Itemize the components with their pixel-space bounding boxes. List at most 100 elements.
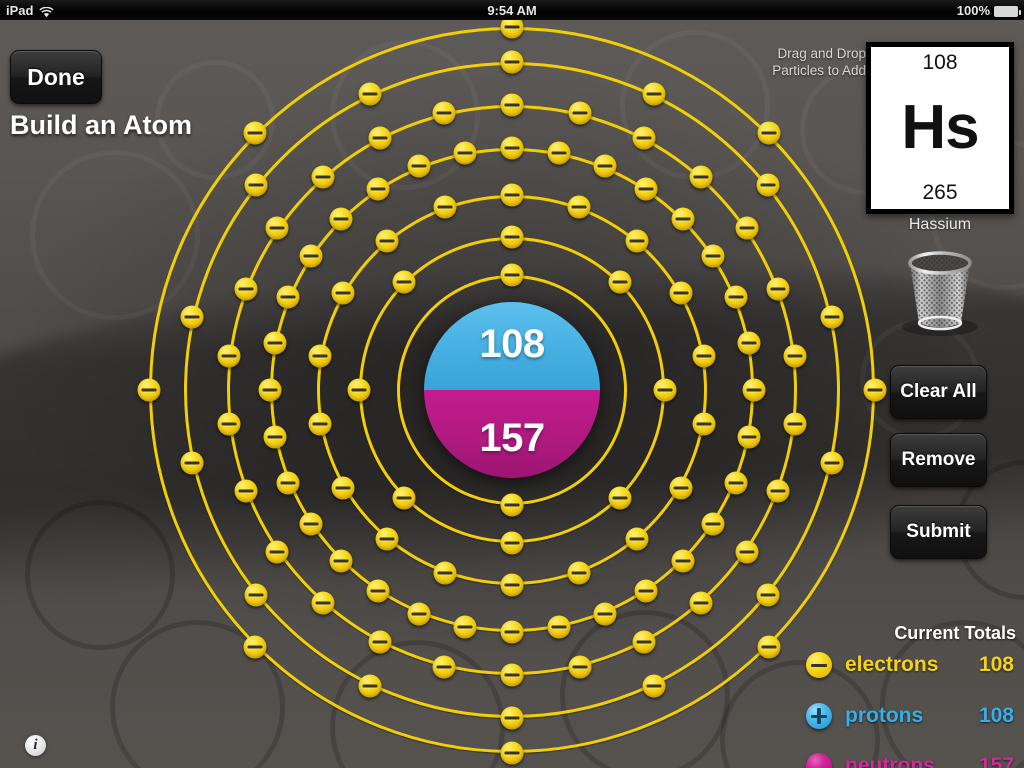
electron-particle[interactable]: [217, 344, 241, 368]
done-button[interactable]: Done: [10, 50, 102, 104]
electron-particle[interactable]: [737, 331, 761, 355]
electron-particle[interactable]: [432, 655, 456, 679]
electron-particle[interactable]: [180, 451, 204, 475]
electron-particle[interactable]: [243, 121, 267, 145]
electron-particle[interactable]: [757, 635, 781, 659]
electron-particle[interactable]: [642, 82, 666, 106]
element-card[interactable]: 108 Hs 265: [866, 42, 1014, 214]
electron-particle[interactable]: [311, 591, 335, 615]
electron-particle[interactable]: [500, 263, 524, 287]
electron-particle[interactable]: [407, 154, 431, 178]
electron-particle[interactable]: [433, 195, 457, 219]
info-button[interactable]: i: [25, 735, 46, 756]
electron-particle[interactable]: [331, 281, 355, 304]
electron-particle[interactable]: [593, 602, 617, 626]
electron-particle[interactable]: [258, 378, 282, 402]
electron-particle[interactable]: [863, 378, 887, 402]
electron-particle[interactable]: [347, 378, 371, 402]
electron-particle[interactable]: [137, 378, 161, 402]
electron-particle[interactable]: [358, 674, 382, 698]
electron-particle[interactable]: [500, 706, 524, 730]
electron-particle[interactable]: [366, 579, 390, 603]
electron-particle[interactable]: [783, 344, 807, 368]
electron-particle[interactable]: [392, 270, 416, 294]
clear-all-button[interactable]: Clear All: [890, 365, 987, 419]
electron-particle[interactable]: [634, 177, 658, 201]
electron-particle[interactable]: [244, 173, 268, 197]
electron-particle[interactable]: [756, 583, 780, 606]
electron-particle[interactable]: [735, 216, 759, 240]
electron-particle[interactable]: [766, 479, 790, 503]
electron-particle[interactable]: [701, 512, 725, 536]
electron-particle[interactable]: [737, 425, 761, 449]
electron-particle[interactable]: [308, 344, 332, 368]
electron-particle[interactable]: [671, 207, 695, 231]
electron-particle[interactable]: [265, 216, 289, 240]
electron-particle[interactable]: [632, 126, 656, 150]
electron-particle[interactable]: [783, 412, 807, 436]
electron-particle[interactable]: [392, 486, 416, 510]
electron-particle[interactable]: [500, 741, 524, 765]
electron-particle[interactable]: [632, 630, 656, 654]
electron-particle[interactable]: [432, 101, 456, 125]
electron-particle[interactable]: [276, 471, 300, 495]
electron-particle[interactable]: [500, 183, 524, 207]
electron-particle[interactable]: [234, 277, 258, 301]
electron-particle[interactable]: [756, 173, 780, 197]
electron-particle[interactable]: [234, 479, 258, 503]
electron-particle[interactable]: [820, 451, 844, 475]
electron-particle[interactable]: [634, 579, 658, 603]
electron-particle[interactable]: [692, 412, 716, 436]
electron-particle[interactable]: [433, 561, 457, 585]
electron-particle[interactable]: [625, 229, 649, 253]
electron-particle[interactable]: [358, 82, 382, 106]
electron-particle[interactable]: [180, 305, 204, 329]
electron-particle[interactable]: [642, 674, 666, 698]
electron-particle[interactable]: [567, 195, 591, 219]
electron-particle[interactable]: [299, 512, 323, 536]
trash-can-icon[interactable]: [893, 244, 987, 340]
submit-button[interactable]: Submit: [890, 505, 987, 559]
electron-particle[interactable]: [263, 425, 287, 449]
electron-particle[interactable]: [329, 207, 353, 231]
electron-particle[interactable]: [500, 620, 524, 644]
electron-particle[interactable]: [276, 285, 300, 309]
electron-particle[interactable]: [500, 225, 524, 249]
electron-particle[interactable]: [453, 615, 477, 639]
electron-particle[interactable]: [669, 281, 693, 304]
electron-particle[interactable]: [368, 630, 392, 654]
electron-particle[interactable]: [625, 527, 649, 551]
electron-particle[interactable]: [500, 663, 524, 687]
electron-particle[interactable]: [331, 476, 355, 499]
electron-particle[interactable]: [653, 378, 677, 402]
electron-particle[interactable]: [368, 126, 392, 150]
electron-particle[interactable]: [593, 154, 617, 178]
electron-particle[interactable]: [701, 244, 725, 268]
electron-particle[interactable]: [567, 561, 591, 585]
electron-particle[interactable]: [671, 549, 695, 573]
electron-particle[interactable]: [375, 229, 399, 253]
electron-particle[interactable]: [724, 285, 748, 309]
electron-particle[interactable]: [244, 583, 268, 606]
electron-particle[interactable]: [547, 615, 571, 639]
electron-particle[interactable]: [500, 93, 524, 117]
electron-particle[interactable]: [757, 121, 781, 145]
electron-particle[interactable]: [375, 527, 399, 551]
electron-particle[interactable]: [500, 493, 524, 517]
electron-particle[interactable]: [547, 141, 571, 165]
electron-particle[interactable]: [500, 136, 524, 160]
electron-particle[interactable]: [742, 378, 766, 402]
electron-particle[interactable]: [308, 412, 332, 436]
electron-particle[interactable]: [766, 277, 790, 301]
electron-particle[interactable]: [311, 165, 335, 189]
electron-particle[interactable]: [669, 476, 693, 499]
remove-button[interactable]: Remove: [890, 433, 987, 487]
electron-particle[interactable]: [568, 655, 592, 679]
nucleus[interactable]: 108 157: [424, 302, 600, 478]
electron-particle[interactable]: [500, 531, 524, 555]
electron-particle[interactable]: [243, 635, 267, 659]
electron-particle[interactable]: [820, 305, 844, 329]
electron-particle[interactable]: [689, 591, 713, 615]
electron-particle[interactable]: [407, 602, 431, 626]
electron-particle[interactable]: [608, 486, 632, 510]
